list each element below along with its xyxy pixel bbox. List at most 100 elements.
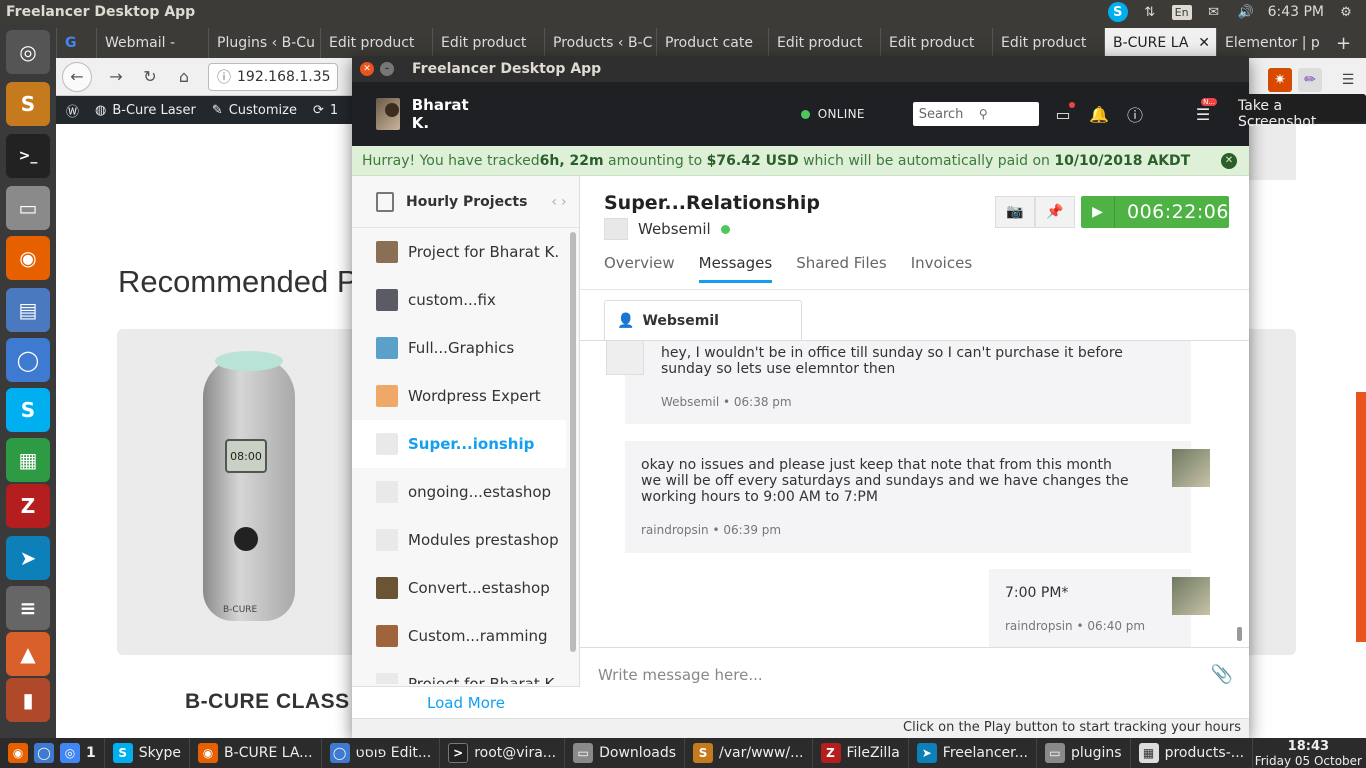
skype-tray-icon[interactable]: S [1107,2,1128,22]
browser-tab[interactable]: Edit product [880,28,992,58]
product-name[interactable]: B-CURE CLASS [185,690,350,714]
extension-icon[interactable]: ✷ [1268,68,1292,92]
browser-tab[interactable]: G [56,28,96,58]
sublime-text-icon[interactable]: S [6,82,50,126]
home-icon[interactable]: ⌂ [174,67,194,86]
reload-icon[interactable]: ↻ [140,67,160,86]
message-input[interactable]: Write message here... [598,666,763,684]
user-name[interactable]: Bharat K. [412,96,471,132]
product-card-partial[interactable] [1248,329,1296,655]
project-item[interactable]: Custom...ramming [352,612,566,660]
sidebar-scrollbar[interactable] [570,232,576,652]
taskbar-item[interactable]: ◉ ◯ ◎ 1 [0,738,105,768]
network-icon[interactable]: ⇅ [1140,3,1160,21]
product-card[interactable]: 08:00 B-CURE [117,329,357,655]
wp-customize-link[interactable]: ✎ Customize [212,103,297,118]
taskbar-item[interactable]: ▭ plugins [1037,738,1131,768]
sidebar-nav-arrows[interactable]: ‹› [551,194,570,210]
attachment-icon[interactable]: 📎 [1211,664,1233,685]
thread-tab[interactable]: 👤 Websemil [604,300,802,340]
volume-icon[interactable]: 🔊 [1236,3,1256,21]
clock[interactable]: 6:43 PM [1268,4,1324,20]
screenshot-pen-icon[interactable]: ✏ [1298,68,1322,92]
menu-icon[interactable]: ☰ [1336,68,1360,92]
browser-tab[interactable]: Plugins ‹ B-Cu [208,28,320,58]
spreadsheet-icon[interactable]: ▦ [6,438,50,482]
project-item[interactable]: Convert...estashop [352,564,566,612]
tab-invoices[interactable]: Invoices [911,254,972,283]
browser-tab[interactable]: Edit product [432,28,544,58]
project-item[interactable]: custom...fix [352,276,566,324]
filezilla-icon[interactable]: Z [6,484,50,528]
search-input[interactable]: Search ⚲ [912,102,1039,126]
message-scrollbar[interactable] [1237,627,1242,641]
taskbar-item[interactable]: ➤ Freelancer... [909,738,1037,768]
project-item[interactable]: Full...Graphics [352,324,566,372]
browser-tab[interactable]: Edit product [320,28,432,58]
tab-shared-files[interactable]: Shared Files [796,254,887,283]
back-icon[interactable]: ← [62,61,92,92]
dash-icon[interactable]: ◎ [6,30,50,74]
wp-updates-link[interactable]: ⟳ 1 [313,103,338,118]
taskbar-item[interactable]: ◉ B-CURE LA... [190,738,322,768]
client-info[interactable]: Websemil [604,218,730,240]
product-image[interactable]: 08:00 B-CURE [203,351,295,621]
browser-tab[interactable]: Product cate [656,28,768,58]
chromium-icon[interactable]: ◯ [6,338,50,382]
load-more-button[interactable]: Load More [352,686,580,718]
play-timer-button[interactable]: ▶ 006:22:06 [1081,196,1229,228]
hamburger-menu-icon[interactable]: ☰ N... [1193,98,1217,124]
keyboard-layout-indicator[interactable]: En [1171,4,1192,20]
app-icon[interactable]: ▲ [6,632,50,676]
forward-icon[interactable]: → [106,67,126,86]
user-avatar[interactable] [376,98,400,130]
app-stack-icon[interactable]: ▮ [6,678,50,722]
close-banner-icon[interactable]: ✕ [1221,152,1237,169]
browser-tab[interactable]: Webmail - [96,28,208,58]
freelancer-icon[interactable]: ➤ [6,536,50,580]
storage-icon[interactable]: ≡ [6,586,50,630]
terminal-icon[interactable]: >_ [6,134,50,178]
wordpress-logo-icon[interactable]: Ⓦ [66,101,79,120]
skype-icon[interactable]: S [6,388,50,432]
taskbar-clock[interactable]: 18:43 Friday 05 October [1255,739,1366,768]
search-icon[interactable]: ⚲ [979,107,1039,121]
project-item[interactable]: Project for Bharat K. [352,660,566,684]
camera-icon[interactable]: 📷 [995,196,1035,228]
project-item[interactable]: Modules prestashop [352,516,566,564]
tab-messages[interactable]: Messages [698,254,773,283]
mail-icon[interactable]: ✉ [1204,3,1224,21]
new-tab-button[interactable]: + [1328,28,1362,58]
project-item-active[interactable]: Super...ionship [352,420,566,468]
taskbar-item[interactable]: > root@vira... [440,738,566,768]
taskbar-item[interactable]: S/var/www/... [685,738,813,768]
wp-site-link[interactable]: ◍ B-Cure Laser [95,103,196,118]
taskbar-item[interactable]: ◯ פוסט Edit... [322,738,441,768]
project-item[interactable]: Project for Bharat K. [352,228,566,276]
url-bar[interactable]: ⓘ 192.168.1.35 [208,62,338,91]
online-status[interactable]: ONLINE [800,107,865,121]
browser-tab[interactable]: Elementor | p [1216,28,1328,58]
message-list[interactable]: hey, I wouldn't be in office till sunday… [580,340,1249,648]
taskbar-item[interactable]: S Skype [105,738,191,768]
help-icon[interactable]: ⓘ [1125,104,1145,125]
browser-tab[interactable]: Edit product [992,28,1104,58]
firefox-icon[interactable]: ◉ [6,236,50,280]
pin-icon[interactable]: 📌 [1035,196,1075,228]
browser-tab[interactable]: Products ‹ B-C [544,28,656,58]
messages-icon[interactable]: ▭ [1053,102,1075,124]
close-tab-icon[interactable]: ✕ [1198,35,1210,51]
files-icon[interactable]: ▭ [6,186,50,230]
image-viewer-icon[interactable]: ▤ [6,288,50,332]
minimize-window-icon[interactable]: – [380,62,394,76]
close-window-icon[interactable]: ✕ [360,62,374,76]
taskbar-item[interactable]: Z FileZilla [813,738,909,768]
taskbar-item[interactable]: ▭ Downloads [565,738,686,768]
bell-icon[interactable]: 🔔 [1089,104,1109,124]
browser-tab[interactable]: Edit product [768,28,880,58]
project-item[interactable]: ongoing...estashop [352,468,566,516]
taskbar-item[interactable]: ▦ products-... [1131,738,1254,768]
browser-tab-active[interactable]: B-CURE LA ✕ [1104,28,1216,58]
settings-gear-icon[interactable]: ⚙ [1336,3,1356,21]
tab-overview[interactable]: Overview [604,254,675,283]
